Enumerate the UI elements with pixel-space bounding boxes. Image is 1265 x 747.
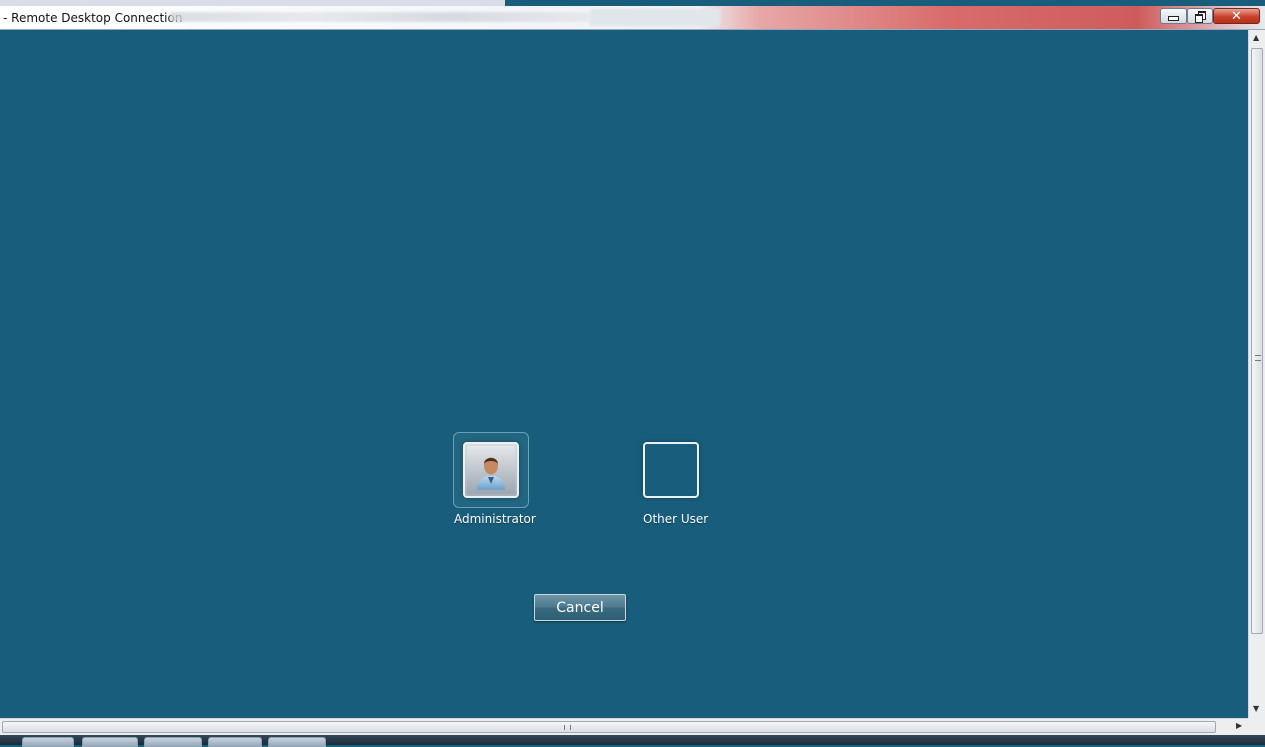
vertical-scrollbar[interactable]: ▲ ▼ (1248, 30, 1265, 718)
scroll-down-icon[interactable]: ▼ (1253, 704, 1259, 713)
cancel-button[interactable]: Cancel (534, 594, 626, 621)
close-icon: ✕ (1231, 8, 1242, 24)
window-title: - Remote Desktop Connection (3, 11, 183, 25)
horizontal-grip-icon (564, 725, 571, 730)
taskbar-button-5[interactable] (268, 737, 326, 747)
blurred-background-tab (590, 9, 720, 26)
administrator-tile[interactable] (463, 442, 519, 498)
taskbar-button-4[interactable] (208, 737, 262, 747)
taskbar (0, 735, 1265, 747)
scroll-up-icon[interactable]: ▲ (1253, 33, 1259, 42)
blurred-background-text (170, 12, 590, 22)
title-bar[interactable]: - Remote Desktop Connection ✕ (0, 6, 1265, 30)
vertical-grip-icon (1255, 355, 1261, 361)
taskbar-button-3[interactable] (144, 737, 202, 747)
user-avatar-icon (467, 446, 515, 494)
minimize-icon (1168, 16, 1179, 21)
minimize-button[interactable] (1160, 8, 1187, 24)
restore-button[interactable] (1187, 8, 1213, 24)
other-user-tile[interactable] (643, 442, 699, 498)
taskbar-button-2[interactable] (82, 737, 138, 747)
remote-desktop-window: - Remote Desktop Connection ✕ Administra… (0, 0, 1265, 747)
horizontal-scroll-thumb[interactable] (2, 721, 1216, 733)
restore-icon (1195, 11, 1206, 23)
scrollbar-corner (1248, 718, 1265, 735)
horizontal-scrollbar[interactable]: ▶ (0, 718, 1248, 735)
vertical-scroll-thumb[interactable] (1251, 48, 1263, 634)
other-user-label[interactable]: Other User (643, 512, 708, 526)
taskbar-button-1[interactable] (22, 737, 74, 747)
close-button[interactable]: ✕ (1213, 8, 1260, 24)
administrator-label[interactable]: Administrator (454, 512, 536, 526)
scroll-right-icon[interactable]: ▶ (1236, 721, 1242, 730)
